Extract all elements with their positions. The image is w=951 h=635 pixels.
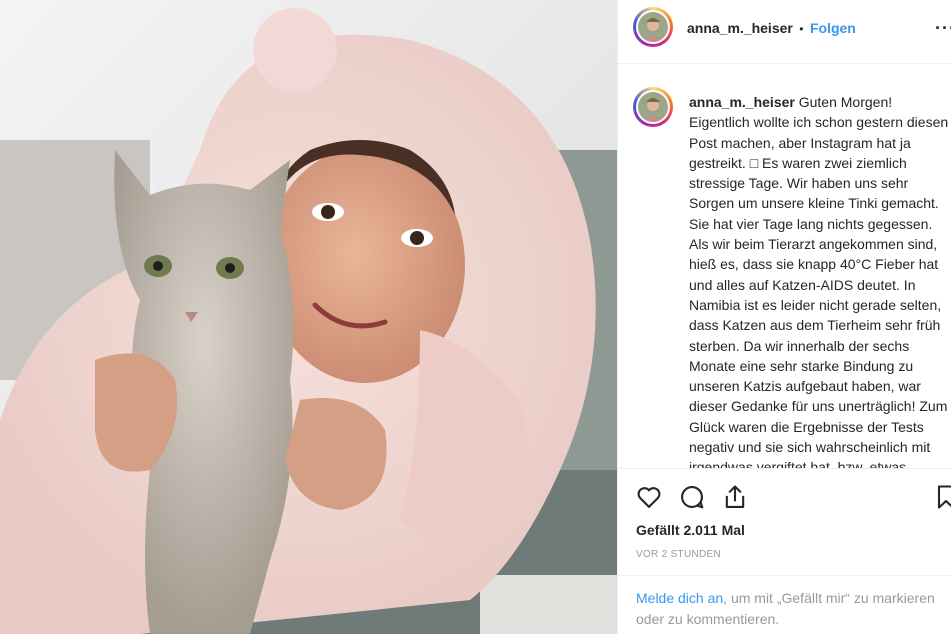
login-prompt: Melde dich an, um mit „Gefällt mir“ zu m… <box>618 575 951 635</box>
login-link[interactable]: Melde dich an <box>636 590 723 606</box>
post-image <box>0 0 617 634</box>
post-header: anna_m._heiser • Folgen ··· <box>618 0 951 64</box>
heart-icon[interactable] <box>635 483 663 511</box>
share-icon[interactable] <box>721 483 749 511</box>
caption-avatar-image <box>638 92 668 122</box>
likes-count[interactable]: Gefällt 2.011 Mal <box>636 522 745 538</box>
header-username[interactable]: anna_m._heiser <box>687 20 793 36</box>
header-separator: • <box>799 22 804 36</box>
caption-avatar[interactable] <box>633 87 673 127</box>
avatar[interactable] <box>633 7 673 47</box>
post-caption: anna_m._heiser Guten Morgen! Eigentlich … <box>689 92 951 468</box>
caption-text: Guten Morgen! Eigentlich wollte ich scho… <box>689 94 949 468</box>
avatar-image <box>638 12 668 42</box>
post-side-panel: anna_m._heiser • Folgen ··· anna_m._heis… <box>617 0 951 634</box>
post-photo[interactable] <box>0 0 617 634</box>
more-options-button[interactable]: ··· <box>935 18 951 39</box>
follow-button[interactable]: Folgen <box>810 20 856 36</box>
post-actions: Gefällt 2.011 Mal VOR 2 STUNDEN Melde di… <box>618 468 951 634</box>
bookmark-icon[interactable] <box>932 483 951 511</box>
caption-username[interactable]: anna_m._heiser <box>689 94 795 110</box>
post-timestamp[interactable]: VOR 2 STUNDEN <box>636 549 721 560</box>
comment-icon[interactable] <box>678 483 706 511</box>
